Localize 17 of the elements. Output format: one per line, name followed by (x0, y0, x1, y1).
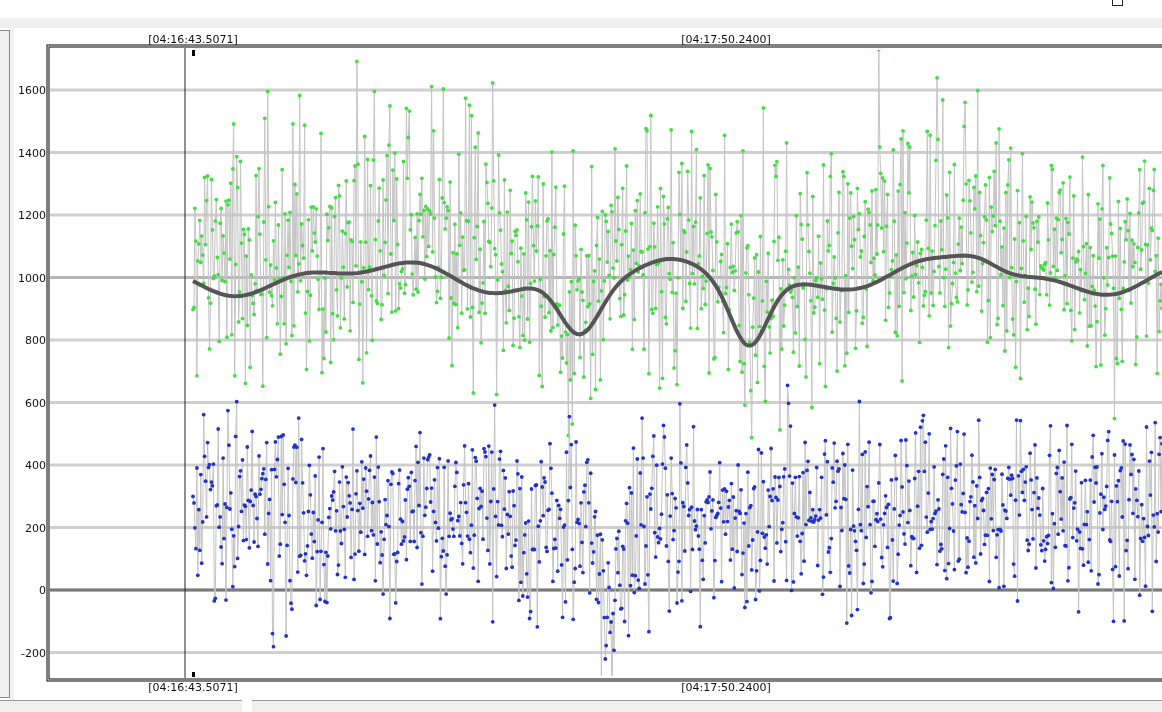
y-axis-label: 200 (25, 521, 46, 535)
y-axis-label: 600 (25, 396, 46, 410)
time-label: [04:17:50.2400] (681, 33, 771, 46)
window-control-icon[interactable] (1112, 0, 1123, 6)
y-axis-label: 800 (25, 334, 46, 347)
y-axis-label: 1200 (18, 209, 46, 222)
y-axis-label: 1600 (18, 84, 46, 97)
y-axis-label: 1000 (18, 271, 46, 285)
time-marker-icon (192, 672, 195, 677)
time-label: [04:17:50.2400] (681, 681, 771, 694)
time-label: [04:16:43.5071] (148, 681, 238, 694)
time-marker-icon (192, 50, 195, 56)
y-axis-label: 1400 (18, 146, 46, 160)
y-axis-label: 0 (39, 584, 46, 597)
y-axis-label: -200 (21, 646, 46, 660)
y-axis-label: 400 (25, 459, 46, 472)
time-label: [04:16:43.5071] (148, 33, 238, 46)
